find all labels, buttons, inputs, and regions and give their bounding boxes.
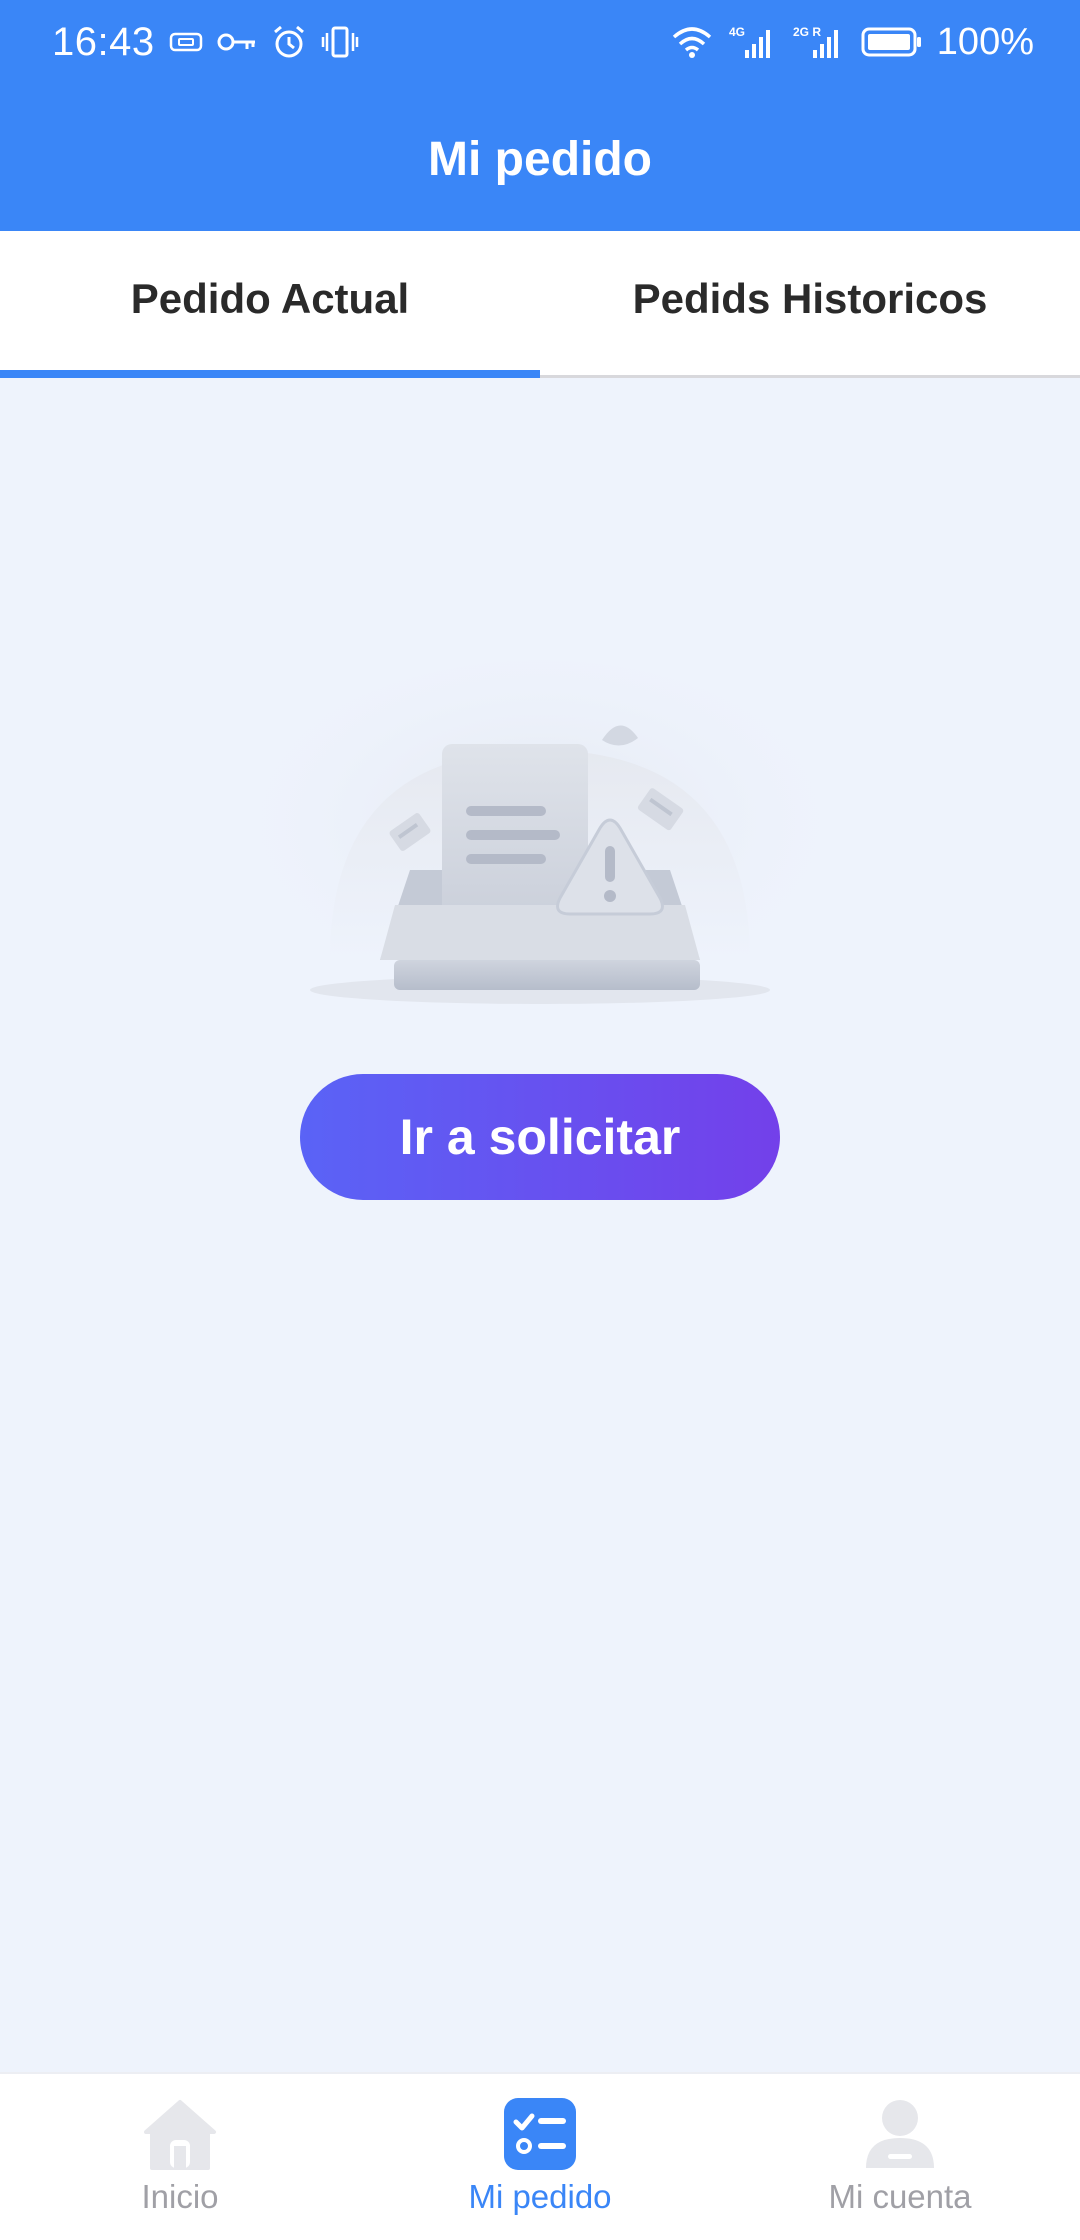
status-time: 16:43 [52, 19, 155, 64]
nav-label-my-order: Mi pedido [468, 2178, 612, 2215]
status-bar: 16:43 4G 2G R 100% [0, 0, 1080, 84]
nav-item-home[interactable]: Inicio [0, 2074, 360, 2240]
tab-current-order[interactable]: Pedido Actual [0, 231, 540, 378]
go-to-apply-button[interactable]: Ir a solicitar [300, 1074, 780, 1200]
battery-percentage: 100% [936, 20, 1034, 63]
signal-2g-icon: 2G R [791, 24, 847, 60]
home-icon [142, 2096, 218, 2172]
status-bar-right: 4G 2G R 100% [671, 21, 1034, 64]
nav-item-my-account[interactable]: Mi cuenta [720, 2074, 1080, 2240]
active-tab-indicator [0, 370, 540, 378]
order-list-icon [502, 2096, 578, 2172]
order-tabs: Pedido Actual Pedids Historicos [0, 231, 1080, 378]
user-icon [862, 2096, 938, 2172]
nav-label-my-account: Mi cuenta [828, 2178, 972, 2215]
key-icon [217, 30, 257, 54]
signal-4g-icon: 4G [727, 24, 777, 60]
tab-order-history-label: Pedids Historicos [632, 275, 988, 322]
nav-item-my-order[interactable]: Mi pedido [360, 2074, 720, 2240]
sim-card-icon [169, 30, 203, 54]
page-title: Mi pedido [428, 133, 652, 186]
wifi-icon [671, 25, 713, 59]
nav-label-home: Inicio [141, 2178, 219, 2215]
tab-order-history[interactable]: Pedids Historicos [540, 231, 1080, 375]
battery-icon [861, 26, 923, 58]
vibrate-icon [321, 25, 359, 59]
alarm-icon [271, 24, 307, 60]
tab-current-order-label: Pedido Actual [130, 275, 410, 322]
bottom-nav: Inicio Mi pedido Mi cuenta [0, 2072, 1080, 2240]
signal-2g-label: 2G R [793, 25, 821, 39]
empty-state-illustration [240, 660, 840, 1020]
signal-4g-label: 4G [729, 25, 745, 39]
app-header: 16:43 4G 2G R 100% Mi pedido [0, 0, 1080, 231]
status-bar-left: 16:43 [52, 20, 359, 65]
